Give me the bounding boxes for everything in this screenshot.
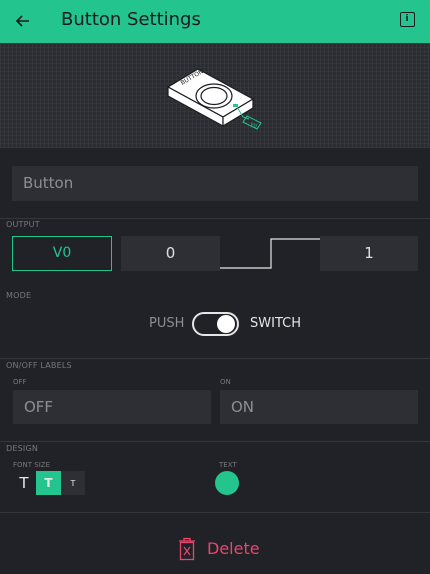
font-size-large-button[interactable]: T bbox=[12, 471, 36, 495]
mode-switch-label[interactable]: SWITCH bbox=[250, 316, 301, 331]
text-color-label: TEXT bbox=[219, 461, 237, 469]
font-size-label: FONT SIZE bbox=[13, 461, 50, 469]
divider bbox=[0, 218, 430, 219]
font-size-small-button[interactable]: T bbox=[61, 471, 85, 495]
button-device-illustration: BUTTON V0 bbox=[166, 68, 262, 130]
on-label-input[interactable]: ON bbox=[220, 390, 418, 424]
page-title: Button Settings bbox=[61, 9, 201, 30]
delete-button[interactable]: Delete bbox=[176, 536, 266, 562]
back-button[interactable] bbox=[10, 8, 36, 34]
off-label-input[interactable]: OFF bbox=[13, 390, 211, 424]
output-section-label: OUTPUT bbox=[6, 220, 40, 229]
low-value-input[interactable]: 0 bbox=[121, 236, 220, 271]
output-waveform bbox=[220, 238, 320, 269]
info-button[interactable]: i bbox=[400, 12, 415, 27]
mode-push-label[interactable]: PUSH bbox=[149, 316, 184, 331]
labels-section-label: ON/OFF LABELS bbox=[6, 361, 72, 370]
font-size-medium-button[interactable]: T bbox=[36, 471, 61, 495]
arrow-left-icon bbox=[15, 15, 29, 27]
pin-selector[interactable]: V0 bbox=[12, 236, 112, 271]
app-header: Button Settings i bbox=[0, 0, 430, 43]
delete-label: Delete bbox=[207, 539, 260, 558]
divider bbox=[0, 358, 430, 359]
on-field-label: ON bbox=[220, 378, 231, 386]
high-value-input[interactable]: 1 bbox=[320, 236, 418, 271]
off-field-label: OFF bbox=[13, 378, 27, 386]
design-section-label: DESIGN bbox=[6, 444, 39, 453]
trash-icon bbox=[179, 537, 195, 561]
divider bbox=[0, 441, 430, 442]
info-icon: i bbox=[405, 14, 409, 24]
toggle-knob bbox=[217, 315, 235, 333]
mode-section-label: MODE bbox=[6, 291, 32, 300]
text-color-swatch[interactable] bbox=[215, 471, 239, 495]
divider bbox=[0, 512, 430, 513]
widget-name-input[interactable]: Button bbox=[12, 166, 418, 201]
widget-preview: BUTTON V0 bbox=[0, 43, 430, 148]
mode-toggle[interactable] bbox=[192, 312, 239, 336]
